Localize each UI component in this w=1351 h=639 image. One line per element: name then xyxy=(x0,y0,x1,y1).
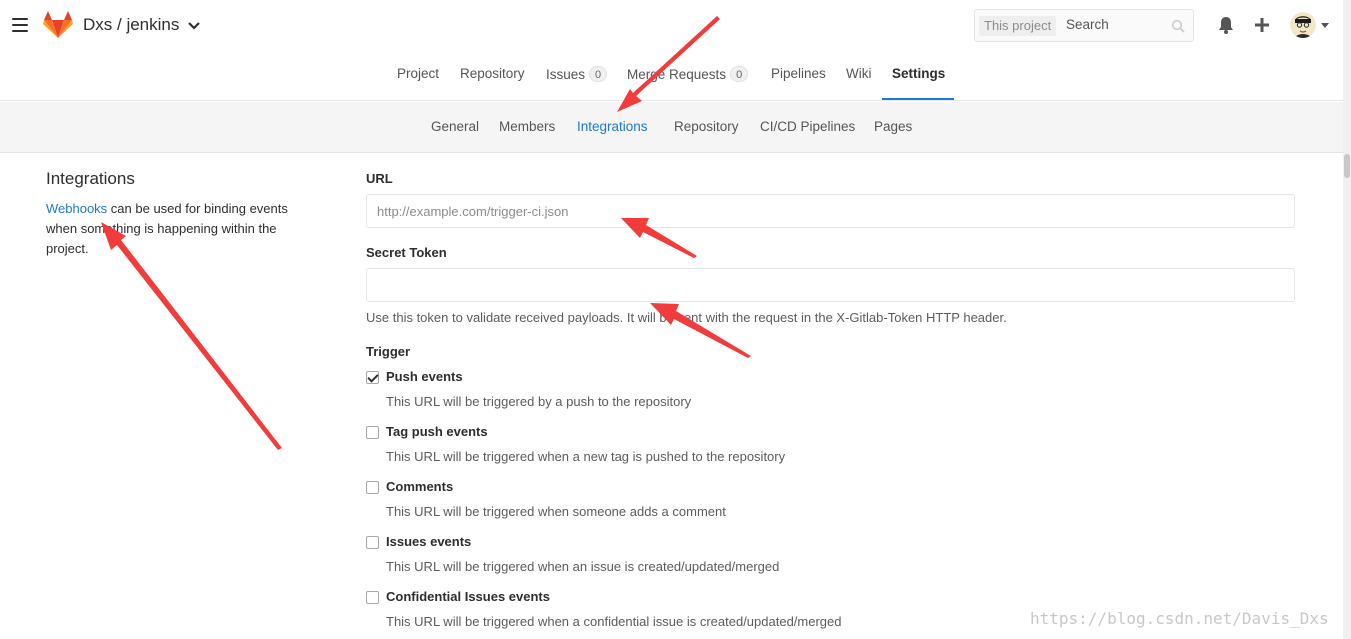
secret-token-help: Use this token to validate received payl… xyxy=(366,310,1007,325)
subtab-members[interactable]: Members xyxy=(499,119,555,134)
secret-token-input[interactable] xyxy=(366,268,1295,302)
watermark: https://blog.csdn.net/Davis_Dxs xyxy=(1030,609,1329,628)
secret-token-label: Secret Token xyxy=(366,245,447,260)
issues-events-help: This URL will be triggered when an issue… xyxy=(386,559,780,574)
top-header: Dxs / jenkins This project Search xyxy=(0,0,1351,52)
active-tab-indicator xyxy=(882,98,954,100)
project-path[interactable]: Dxs / jenkins xyxy=(83,15,179,35)
confidential-issues-events-label[interactable]: Confidential Issues events xyxy=(386,589,550,604)
tab-settings[interactable]: Settings xyxy=(892,66,945,81)
scrollbar-thumb[interactable] xyxy=(1344,154,1350,178)
tab-merge-requests[interactable]: Merge Requests 0 xyxy=(627,66,749,82)
subtab-cicd-pipelines[interactable]: CI/CD Pipelines xyxy=(760,119,855,134)
confidential-issues-events-help: This URL will be triggered when a confid… xyxy=(386,614,842,629)
page-scrollbar[interactable] xyxy=(1343,0,1351,639)
section-title: Integrations xyxy=(46,169,135,188)
menu-icon[interactable] xyxy=(12,18,28,32)
project-nav: Project Repository Issues 0 Merge Request… xyxy=(0,52,1351,101)
tab-issues[interactable]: Issues 0 xyxy=(546,66,608,82)
bell-icon[interactable] xyxy=(1216,15,1236,35)
comments-help: This URL will be triggered when someone … xyxy=(386,504,726,519)
tab-project[interactable]: Project xyxy=(397,66,439,81)
issues-events-checkbox[interactable] xyxy=(366,536,379,549)
section-description: Webhooks can be used for binding events … xyxy=(46,199,316,259)
tag-push-events-checkbox[interactable] xyxy=(366,426,379,439)
plus-icon[interactable] xyxy=(1253,16,1271,34)
confidential-issues-events-checkbox[interactable] xyxy=(366,591,379,604)
comments-checkbox[interactable] xyxy=(366,481,379,494)
search-scope-badge[interactable]: This project xyxy=(979,16,1057,36)
avatar[interactable] xyxy=(1290,12,1316,38)
tab-wiki[interactable]: Wiki xyxy=(846,66,872,81)
tag-push-events-label[interactable]: Tag push events xyxy=(386,424,488,439)
tab-merge-requests-label: Merge Requests xyxy=(627,67,727,82)
subtab-pages[interactable]: Pages xyxy=(874,119,912,134)
issues-count-badge: 0 xyxy=(589,66,608,82)
search-icon xyxy=(1171,19,1185,33)
url-label: URL xyxy=(366,171,393,186)
push-events-label[interactable]: Push events xyxy=(386,369,463,384)
push-events-checkbox[interactable] xyxy=(366,371,379,384)
subtab-integrations[interactable]: Integrations xyxy=(577,119,648,134)
subtab-general[interactable]: General xyxy=(431,119,479,134)
search-box[interactable]: This project Search xyxy=(974,9,1194,42)
webhooks-link[interactable]: Webhooks xyxy=(46,201,107,216)
chevron-down-icon[interactable] xyxy=(1320,21,1330,29)
tab-pipelines[interactable]: Pipelines xyxy=(771,66,826,81)
subtab-repository[interactable]: Repository xyxy=(674,119,739,134)
tag-push-events-help: This URL will be triggered when a new ta… xyxy=(386,449,786,464)
trigger-label: Trigger xyxy=(366,344,411,359)
merge-requests-count-badge: 0 xyxy=(730,66,749,82)
settings-subnav: General Members Integrations Repository … xyxy=(0,102,1351,153)
chevron-down-icon[interactable] xyxy=(187,19,201,33)
gitlab-logo-icon[interactable] xyxy=(43,11,73,39)
tab-issues-label: Issues xyxy=(546,67,586,82)
push-events-help: This URL will be triggered by a push to … xyxy=(386,394,692,409)
tab-repository[interactable]: Repository xyxy=(460,66,525,81)
issues-events-label[interactable]: Issues events xyxy=(386,534,471,549)
comments-label[interactable]: Comments xyxy=(386,479,453,494)
url-input[interactable] xyxy=(366,194,1295,228)
search-input[interactable]: Search xyxy=(1066,17,1109,32)
